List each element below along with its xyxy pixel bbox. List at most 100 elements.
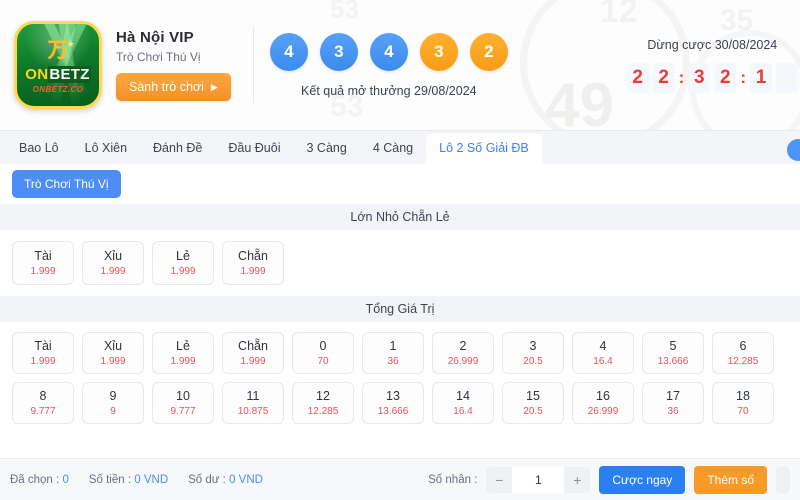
bet-card-odds: 1.999 [240,265,266,277]
bet-actions: Số nhân : − + Cược ngay Thêm số [428,465,790,494]
place-bet-button[interactable]: Cược ngay [599,465,686,494]
result-ball: 4 [269,32,308,71]
bet-card[interactable]: Xỉu 1.999 [82,332,144,374]
tab-4-càng[interactable]: 4 Càng [360,133,426,164]
bet-card[interactable]: 6 12.285 [712,332,774,374]
bet-card-label: Lẻ [176,339,190,354]
bet-card-label: 10 [176,389,190,404]
bet-card[interactable]: Tài 1.999 [12,332,74,374]
bet-card[interactable]: 17 36 [642,382,704,424]
bet-card[interactable]: 14 16.4 [432,382,494,424]
bet-card-odds: 12.285 [727,355,759,367]
bet-card[interactable]: Xỉu 1.999 [82,241,144,285]
game-lobby-button-label: Sành trò chơi [129,80,204,94]
bet-card[interactable]: Chẵn 1.999 [222,241,284,285]
balance-value: 0 VND [229,473,263,486]
multiplier-decrement-button[interactable]: − [486,466,513,493]
balance-stat: Số dư : 0 VND [188,474,263,486]
header: 49 12 53 53 35 ★ 万 ONBETZ ONBETZ.CO Hà N… [0,0,800,130]
bet-card-odds: 1.999 [100,355,126,367]
game-lobby-button[interactable]: Sành trò chơi ▶ [116,73,231,101]
bet-amount-stat: Số tiền : 0 VND [89,474,168,486]
bet-card-odds: 16.4 [453,405,473,417]
countdown-separator: : [740,67,746,87]
bet-card-odds: 1.999 [170,355,196,367]
bet-card[interactable]: 2 26.999 [432,332,494,374]
bet-card-odds: 70 [317,355,329,367]
bet-card-odds: 26.999 [587,405,619,417]
bet-card-label: 12 [316,389,330,404]
countdown-panel: Dừng cược 30/08/2024 22:32:1 [625,38,800,93]
bet-card[interactable]: Lẻ 1.999 [152,241,214,285]
multiplier-label: Số nhân : [428,473,478,486]
bet-card-odds: 9 [110,405,116,417]
bet-card-label: Lẻ [176,249,190,264]
brand: ★ 万 ONBETZ ONBETZ.CO Hà Nội VIP Trò Chơi… [0,21,231,109]
multiplier-increment-button[interactable]: + [564,466,591,493]
bet-card-label: 18 [736,389,750,404]
logo-star-icon: ★ [66,39,75,49]
multiplier-input[interactable] [512,466,565,493]
result-ball: 3 [419,32,458,71]
bet-card[interactable]: 3 20.5 [502,332,564,374]
brand-subtitle: Trò Chơi Thú Vị [116,50,201,64]
bet-card-label: Chẵn [238,339,268,354]
bet-card[interactable]: 16 26.999 [572,382,634,424]
tab-bao-lô[interactable]: Bao Lô [6,133,72,164]
bet-card[interactable]: 0 70 [292,332,354,374]
bet-card[interactable]: 5 13.666 [642,332,704,374]
bet-card-odds: 13.666 [657,355,689,367]
bet-card-odds: 12.285 [307,405,339,417]
result-ball: 2 [469,32,508,71]
bet-card-label: 4 [599,339,607,354]
bet-card[interactable]: 10 9.777 [152,382,214,424]
logo-domain: ONBETZ.CO [32,84,84,94]
tab-3-càng[interactable]: 3 Càng [294,133,360,164]
tab-lô-2-số-giải-đb[interactable]: Lô 2 Số Giải ĐB [426,133,542,164]
bet-actions-overflow[interactable] [776,466,790,493]
brand-text: Hà Nội VIP Trò Chơi Thú Vị Sành trò chơi… [116,29,231,101]
logo-word-on: ON [25,65,49,83]
bet-card-label: 13 [386,389,400,404]
subtab-fun-games[interactable]: Trò Chơi Thú Vị [12,170,121,198]
bet-card-odds: 20.5 [523,355,543,367]
bet-card-label: 16 [596,389,610,404]
tab-đầu-đuôi[interactable]: Đầu Đuôi [215,133,293,164]
bet-card[interactable]: 18 70 [712,382,774,424]
bet-card[interactable]: Tài 1.999 [12,241,74,285]
countdown-label: Dừng cược 30/08/2024 [647,37,778,52]
tab-lô-xiên[interactable]: Lô Xiên [72,133,140,164]
countdown-clock: 22:32:1 [625,62,800,93]
countdown-digit: 2 [652,62,675,93]
countdown-digit: 2 [714,62,737,93]
bet-amount-value: 0 VND [134,473,169,486]
tab-đánh-đề[interactable]: Đánh Đề [140,133,215,164]
game-tabbar: Bao Lô Lô Xiên Đánh Đề Đầu Đuôi 3 Càng 4 Càng… [0,130,800,164]
bet-card[interactable]: 8 9.777 [12,382,74,424]
bet-card-odds: 1.999 [30,355,56,367]
bet-card[interactable]: 12 12.285 [292,382,354,424]
bet-card-label: 15 [526,389,540,404]
bet-card[interactable]: 99 [82,382,144,424]
section-title-big-small-odd-even: Lớn Nhỏ Chẵn Lẻ [0,204,800,230]
bet-card[interactable]: 13 13.666 [362,382,424,424]
bet-card[interactable]: Chẵn 1.999 [222,332,284,374]
bet-cards-total-value: Tài 1.999 Xỉu 1.999 Lẻ 1.999 Chẵn 1.999 0 70 1 36 2 2… [0,322,800,428]
bet-card[interactable]: Lẻ 1.999 [152,332,214,374]
app-logo: ★ 万 ONBETZ ONBETZ.CO [14,21,102,109]
countdown-digit [776,62,798,93]
selected-count-stat: Đã chọn : 0 [10,474,69,486]
section-title-total-value: Tổng Giá Trị [0,296,800,322]
bet-card-label: Tài [34,249,52,264]
tab-scroll-right-button[interactable] [787,139,800,161]
bet-card[interactable]: 4 16.4 [572,332,634,374]
bet-card[interactable]: 11 10.875 [222,382,284,424]
bet-card-label: Xỉu [103,339,123,354]
bet-card[interactable]: 1 36 [362,332,424,374]
bet-card-label: 11 [246,389,260,404]
bet-card[interactable]: 15 20.5 [502,382,564,424]
header-divider [252,27,254,103]
bet-card-label: 6 [739,339,747,354]
add-numbers-button[interactable]: Thêm số [694,465,767,494]
bet-card-odds: 70 [737,405,749,417]
